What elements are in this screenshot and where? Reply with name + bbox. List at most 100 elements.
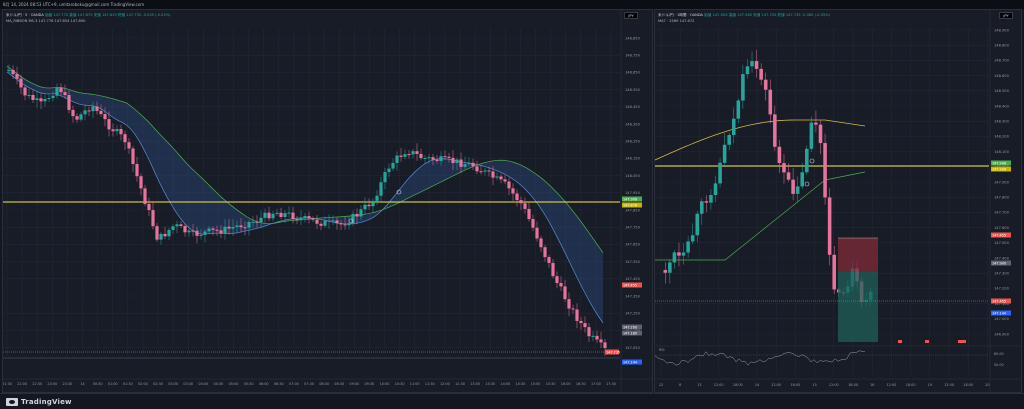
left-candle	[99, 110, 103, 115]
right-symbol[interactable]: 米ドル/円 · 1時間 · OANDA	[658, 13, 703, 17]
left-candle	[111, 129, 115, 132]
right-time-label: 18:00	[906, 383, 916, 387]
right-marker-icon[interactable]	[804, 181, 810, 187]
left-candle	[63, 92, 67, 96]
right-event-flag-icon[interactable]	[958, 340, 962, 343]
left-candle	[403, 154, 407, 157]
right-candle	[686, 241, 690, 253]
right-price-label: 147.200	[994, 287, 1010, 291]
left-currency-button[interactable]: JPY	[624, 12, 638, 19]
left-candle	[475, 166, 479, 172]
left-price-label: 148.750	[625, 54, 641, 58]
left-candle	[319, 223, 323, 226]
left-candle	[235, 225, 239, 228]
left-candle	[275, 212, 279, 214]
left-candle	[383, 172, 387, 183]
left-candle	[447, 156, 451, 158]
right-price-label: 147.800	[994, 196, 1010, 200]
right-candle	[741, 74, 745, 101]
right-level-tag-green-text: 147.906	[992, 161, 1006, 165]
right-marker-icon[interactable]	[809, 158, 815, 164]
left-candle	[139, 176, 143, 189]
right-sub-value: 50.00	[994, 363, 1004, 367]
right-time-label: 15	[812, 383, 816, 387]
left-candle	[135, 164, 139, 177]
right-candle	[668, 262, 672, 273]
right-price-label: 147.700	[994, 211, 1010, 215]
right-price-chart[interactable]: 148.900 148.800 148.700 148.600 148.500 148.4…	[655, 10, 1022, 393]
left-candle	[107, 119, 111, 130]
right-candle	[795, 186, 800, 194]
left-time-label: 01:00	[108, 382, 118, 386]
right-position-profit-zone[interactable]	[838, 272, 878, 342]
left-candle	[295, 219, 299, 221]
right-time-label: 18:00	[848, 383, 858, 387]
right-time-label: 14	[755, 383, 759, 387]
right-chart-pane[interactable]: 米ドル/円 · 1時間 · OANDA 始値 147.9XX 高値 147.98…	[654, 9, 1022, 393]
right-time-label: 19	[928, 383, 932, 387]
right-candle	[759, 68, 763, 80]
left-candle	[547, 257, 551, 263]
right-candle	[681, 252, 686, 256]
right-indicator[interactable]: MA7 · 2569 147.672	[658, 19, 694, 24]
left-candle	[343, 224, 347, 226]
left-price-label: 148.650	[625, 71, 641, 75]
left-indicator[interactable]: MA_RIBBON MS-3 147.778 147.854 147.890	[6, 19, 85, 24]
right-candle	[786, 172, 791, 180]
left-candle	[439, 156, 443, 161]
left-price-label: 147.650	[625, 243, 641, 247]
left-candle	[303, 216, 307, 218]
left-candle	[399, 155, 403, 157]
left-candle	[311, 218, 315, 220]
right-event-flag-icon[interactable]	[898, 340, 902, 343]
left-time-label: 11:00	[410, 382, 420, 386]
right-event-flag-icon[interactable]	[925, 340, 929, 343]
left-time-label: 15:30	[546, 382, 556, 386]
tradingview-brand[interactable]: TradingView	[6, 397, 72, 407]
left-symbol[interactable]: 米ドル/円 · 5 · OANDA	[6, 13, 44, 17]
right-candle	[763, 79, 768, 90]
left-candle	[27, 94, 31, 96]
left-candle	[263, 212, 267, 218]
left-time-label: 03:00	[168, 382, 178, 386]
left-candle	[11, 69, 15, 74]
left-candle	[579, 320, 583, 324]
left-candle	[35, 98, 39, 100]
left-candle	[23, 87, 27, 96]
left-candle	[599, 339, 603, 343]
right-price-label: 147.600	[994, 226, 1010, 230]
left-chart-pane[interactable]: 米ドル/円 · 5 · OANDA 始値 147.770 高値 147.875 …	[2, 9, 653, 393]
left-candle	[59, 87, 63, 93]
left-candle	[339, 223, 343, 225]
left-candle	[255, 221, 259, 223]
right-position-loss-zone[interactable]	[838, 238, 878, 272]
left-price-label: 147.550	[625, 260, 641, 264]
left-price-chart[interactable]: 148.850 148.750 148.650 148.550 148.450 148.3…	[3, 10, 653, 393]
left-candle	[155, 226, 159, 240]
left-candle	[191, 230, 195, 232]
left-time-label: 09:00	[349, 382, 359, 386]
left-candle	[251, 221, 255, 223]
right-candle	[754, 61, 759, 69]
right-candle	[777, 146, 782, 164]
left-candle	[587, 327, 591, 337]
left-candle	[555, 276, 559, 283]
right-currency-button[interactable]: JPY	[999, 12, 1013, 19]
left-price-label: 148.150	[625, 157, 641, 161]
left-time-label: 01:30	[123, 382, 133, 386]
right-ohlc: 始値 147.9XX 高値 147.985 安値 147.705 終値 147.…	[704, 13, 831, 17]
left-candle	[199, 234, 203, 236]
right-event-flag-icon[interactable]	[962, 340, 966, 343]
left-candle	[391, 162, 395, 169]
right-price-label: 148.500	[994, 89, 1010, 93]
left-candle	[115, 129, 119, 132]
left-candle	[379, 182, 383, 196]
left-time-label: 10:30	[395, 382, 405, 386]
left-price-label: 147.250	[625, 312, 641, 316]
left-candle	[95, 106, 99, 111]
right-price-label: 148.100	[994, 150, 1010, 154]
left-candle	[119, 129, 123, 135]
left-time-label: 06:00	[259, 382, 269, 386]
left-candle	[335, 220, 339, 224]
left-candle	[291, 212, 295, 220]
